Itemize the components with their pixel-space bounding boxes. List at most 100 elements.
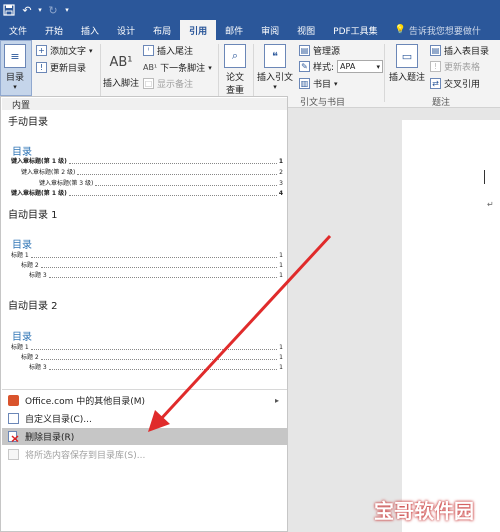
tab-review[interactable]: 审阅 — [252, 20, 288, 40]
auto-toc-2-heading: 目录 — [12, 332, 32, 343]
manage-sources-button[interactable]: ▤ 管理源 — [299, 44, 340, 57]
insert-endnote-button[interactable]: ⁱ 插入尾注 — [143, 44, 193, 57]
menu-item-remove-toc[interactable]: 删除目录(R) — [2, 428, 287, 445]
insert-footnote-button[interactable]: AB¹ 插入脚注 — [103, 50, 140, 90]
insert-caption-button[interactable]: ▭ 插入题注 — [389, 44, 425, 83]
toc-entry: 键入章标题(第 2 级) 2 — [11, 169, 283, 177]
tab-mailings[interactable]: 邮件 — [216, 20, 252, 40]
dot-leader — [68, 195, 277, 196]
save-icon[interactable] — [0, 0, 18, 20]
toc-entry-page: 1 — [279, 272, 283, 279]
caption-icon: ▭ — [396, 44, 418, 68]
undo-icon[interactable]: ↶ — [18, 0, 36, 20]
insert-citation-button[interactable]: ❝ 插入引文 ▾ — [257, 44, 293, 91]
dot-leader — [95, 185, 278, 186]
toc-entry: 键入章标题(第 1 级) 1 — [11, 158, 283, 166]
auto-toc-1-title: 自动目录 1 — [8, 210, 58, 221]
insert-table-of-figures-button[interactable]: ▤ 插入表目录 — [430, 44, 489, 57]
toc-entry-text: 标题 3 — [29, 364, 47, 371]
toc-entry: 标题 3 1 — [11, 364, 283, 372]
office-icon — [8, 395, 19, 406]
update-table-button[interactable]: ! 更新表格 — [430, 60, 480, 73]
toc-entry: 标题 1 1 — [11, 252, 283, 260]
tab-pdf-tools[interactable]: PDF工具集 — [324, 20, 387, 40]
menu-item-save-selection[interactable]: 将所选内容保存到目录库(S)... — [2, 446, 287, 463]
show-notes-label: 显示备注 — [157, 80, 194, 90]
tab-references[interactable]: 引用 — [180, 20, 217, 40]
footnote-icon: AB¹ — [109, 54, 133, 70]
insert-table-of-figures-label: 插入表目录 — [444, 47, 490, 57]
ribbon-separator — [384, 44, 385, 102]
show-notes-button[interactable]: □ 显示备注 — [143, 77, 193, 90]
menu-item-custom-toc[interactable]: 自定义目录(C)... — [2, 410, 287, 427]
toc-gallery-menu: 内置 手动目录 目录 键入章标题(第 1 级) 1 键入章标题(第 2 级) 2 键… — [0, 96, 288, 532]
toc-entry-text: 标题 1 — [11, 344, 29, 351]
lightbulb-icon: 💡 — [394, 25, 406, 35]
style-icon: ✎ — [299, 61, 310, 72]
chevron-right-icon: ▸ — [274, 396, 279, 405]
next-footnote-label: 下一条脚注 — [160, 64, 206, 74]
toc-entry-text: 标题 2 — [21, 262, 39, 269]
plagiarism-check-button[interactable]: ⌕ 论文 查重 — [224, 44, 246, 96]
toc-button-overlay[interactable]: ≡ 目录 ▾ — [4, 44, 26, 91]
toc-entry-page: 1 — [279, 364, 283, 371]
group-label-citations: 引文与书目 — [300, 98, 346, 108]
next-footnote-button[interactable]: AB¹ 下一条脚注 ▾ — [143, 61, 212, 74]
watermark: 宝哥软件园 — [374, 498, 474, 523]
chevron-down-icon: ▾ — [376, 62, 381, 71]
toc-entry-page: 1 — [279, 354, 283, 361]
toc-entry-page: 1 — [278, 158, 283, 165]
title-bar: ↶ ▾ ↻ ▾ — [0, 0, 500, 20]
ribbon-separator — [253, 44, 254, 102]
tab-insert[interactable]: 插入 — [72, 20, 108, 40]
toc-entry-text: 键入章标题(第 3 级) — [39, 180, 94, 187]
redo-icon[interactable]: ↻ — [44, 0, 62, 20]
plagiarism-check-label-1: 论文 — [225, 73, 244, 83]
customize-quick-access-icon[interactable]: ▾ — [62, 0, 72, 20]
insert-citation-dropdown-icon: ▾ — [273, 83, 277, 91]
insert-caption-label: 插入题注 — [389, 73, 426, 83]
toc-entry-page: 3 — [279, 180, 283, 187]
remove-toc-label: 删除目录(R) — [25, 433, 75, 443]
bibliography-button[interactable]: ▥ 书目 ▾ — [299, 77, 338, 90]
add-text-label: 添加文字 — [50, 47, 87, 57]
tab-layout[interactable]: 布局 — [144, 20, 180, 40]
citation-icon: ❝ — [264, 44, 286, 68]
manual-toc-title: 手动目录 — [8, 117, 48, 128]
update-toc-button[interactable]: ! 更新目录 — [36, 61, 86, 74]
tell-me-text: 告诉我您想要做什 — [408, 26, 481, 37]
style-selector: ✎ 样式: APA ▾ — [299, 60, 384, 73]
dot-leader — [30, 257, 278, 258]
table-of-contents-icon: ≡ — [4, 44, 26, 68]
menu-item-office-more[interactable]: Office.com 中的其他目录(M) ▸ — [2, 392, 287, 409]
toc-entry-page: 1 — [279, 262, 283, 269]
document-page[interactable] — [402, 120, 500, 532]
dot-leader — [68, 163, 277, 164]
insert-footnote-label: 插入脚注 — [103, 79, 140, 89]
update-table-label: 更新表格 — [444, 63, 481, 73]
tab-design[interactable]: 设计 — [108, 20, 144, 40]
bibliography-dropdown-icon: ▾ — [334, 79, 338, 88]
tab-file[interactable]: 文件 — [0, 20, 37, 40]
dot-leader — [30, 349, 278, 350]
toc-entry-text: 标题 1 — [11, 252, 29, 259]
toc-entry: 标题 2 1 — [11, 354, 283, 362]
ribbon-tabs: 文件 开始 插入 设计 布局 引用 邮件 审阅 视图 PDF工具集 💡 告诉我您… — [0, 20, 500, 40]
ribbon-separator — [100, 44, 101, 102]
toc-entry-page: 1 — [279, 344, 283, 351]
undo-dropdown-icon[interactable]: ▾ — [36, 0, 44, 20]
toc-entry-text: 键入章标题(第 1 级) — [11, 158, 67, 165]
text-cursor — [484, 170, 485, 184]
tell-me-box[interactable]: 💡 告诉我您想要做什 — [395, 20, 481, 40]
manual-toc-heading: 目录 — [12, 147, 32, 158]
toc-entry-text: 标题 2 — [21, 354, 39, 361]
cross-reference-button[interactable]: ⇄ 交叉引用 — [430, 77, 480, 90]
style-value: APA — [340, 62, 356, 71]
tab-home[interactable]: 开始 — [36, 20, 72, 40]
show-notes-icon: □ — [143, 78, 154, 89]
save-to-gallery-icon — [8, 449, 19, 460]
toc-entry: 标题 1 1 — [11, 344, 283, 352]
style-dropdown[interactable]: APA ▾ — [337, 60, 384, 73]
add-text-button[interactable]: + 添加文字 ▾ — [36, 44, 93, 57]
tab-view[interactable]: 视图 — [288, 20, 324, 40]
